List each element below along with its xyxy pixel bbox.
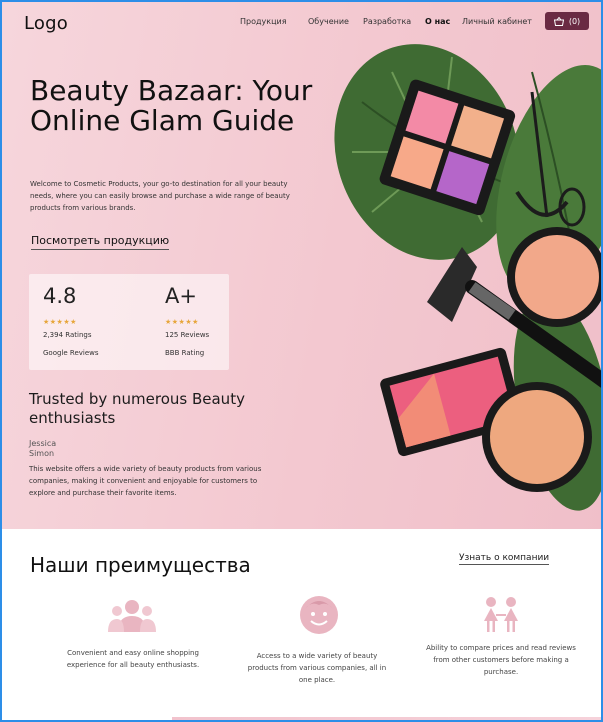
two-kids-icon xyxy=(484,597,518,632)
rating-value: A+ xyxy=(165,284,197,308)
advantage-text-2: Access to a wide variety of beauty produ… xyxy=(247,652,387,684)
testimonial-quote: This website offers a wide variety of be… xyxy=(29,465,262,497)
powder-compact-bottom xyxy=(482,382,592,492)
hero-section: Logo Продукция Обучение Разработка О нас… xyxy=(2,2,601,529)
rating-value: 4.8 xyxy=(43,284,77,308)
group-people-icon xyxy=(108,600,156,632)
author-last-name: Simon xyxy=(29,449,55,458)
hero-title: Beauty Bazaar: Your Online Glam Guide xyxy=(30,74,313,137)
rating-count: 125 Reviews xyxy=(165,331,210,339)
about-company-link[interactable]: Узнать о компании xyxy=(459,553,550,565)
next-section-edge xyxy=(172,717,601,720)
rating-stars: ★★★★★ xyxy=(165,318,199,326)
page-frame: Logo Продукция Обучение Разработка О нас… xyxy=(0,0,603,722)
smiley-face-icon xyxy=(300,596,338,634)
trusted-heading: Trusted by numerous Beauty enthusiasts xyxy=(29,390,245,427)
rating-source: Google Reviews xyxy=(43,349,99,357)
cart-button[interactable]: (0) xyxy=(545,12,589,30)
author-first-name: Jessica xyxy=(29,439,57,448)
rating-count: 2,394 Ratings xyxy=(43,331,92,339)
nav-about[interactable]: О нас xyxy=(425,17,450,26)
nav-development[interactable]: Разработка xyxy=(363,17,411,26)
advantages-title: Наши преимущества xyxy=(30,553,251,577)
advantage-text-3: Ability to compare prices and read revie… xyxy=(426,644,576,676)
view-products-link[interactable]: Посмотреть продукцию xyxy=(31,234,170,250)
testimonial-author: Jessica Simon xyxy=(29,439,56,459)
basket-icon xyxy=(553,16,564,26)
advantage-text-1: Convenient and easy online shopping expe… xyxy=(66,649,200,669)
ratings-card: 4.8 ★★★★★ 2,394 Ratings Google Reviews A… xyxy=(29,274,229,370)
nav-learning[interactable]: Обучение xyxy=(308,17,349,26)
cosmetics-image xyxy=(334,44,601,511)
rating-stars: ★★★★★ xyxy=(43,318,77,326)
rating-source: BBB Rating xyxy=(165,349,205,357)
powder-compact-top xyxy=(507,227,601,327)
hero-description: Welcome to Cosmetic Products, your go-to… xyxy=(30,180,290,212)
nav-products[interactable]: Продукция xyxy=(240,17,287,26)
nav-account[interactable]: Личный кабинет xyxy=(462,17,532,26)
cart-count: (0) xyxy=(568,16,581,26)
logo[interactable]: Logo xyxy=(24,13,68,34)
